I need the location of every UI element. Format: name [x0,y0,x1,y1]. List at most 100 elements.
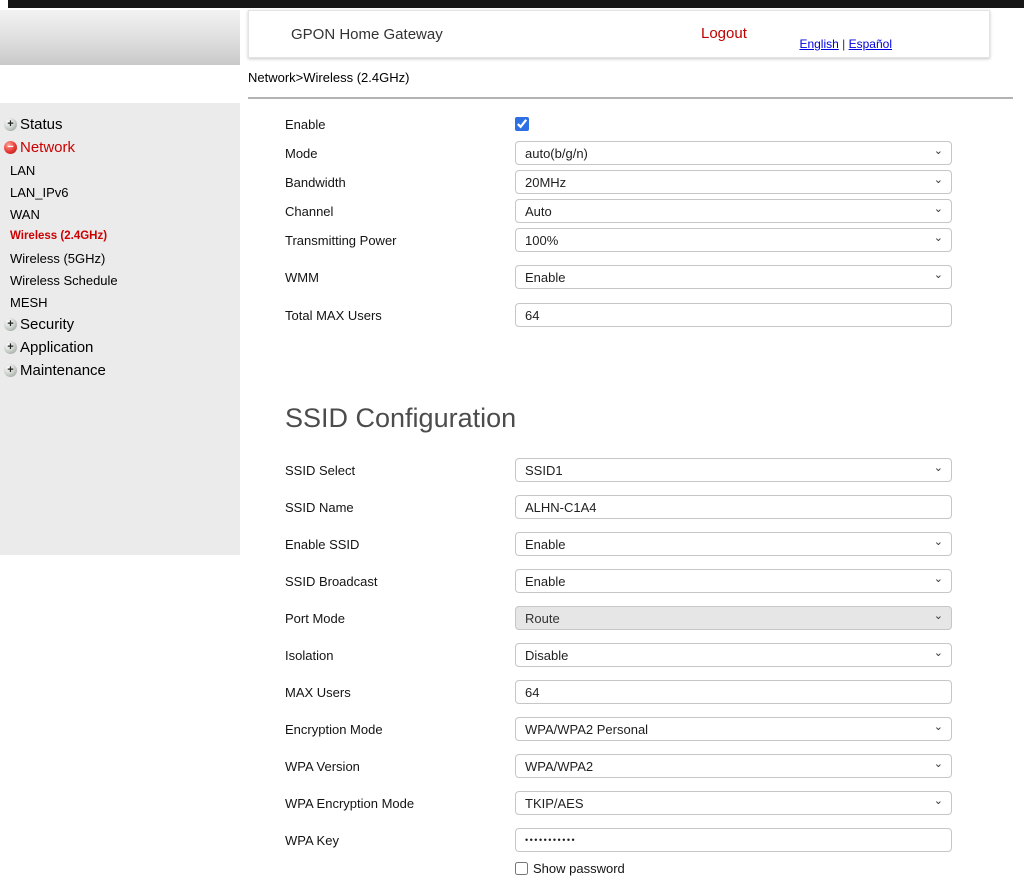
header: GPON Home Gateway Logout English | Españ… [248,10,990,58]
sidebar-item-label: WAN [10,207,40,222]
ssid-section-title: SSID Configuration [285,403,985,434]
wireless-basic-form: EnableModeauto(b/g/n)⌄Bandwidth20MHz⌄Cha… [285,103,985,327]
sidebar-item-label: Application [20,339,93,356]
ssid-broadcast-select[interactable]: Enable [515,569,952,593]
field-control: Enable⌄ [515,532,952,556]
sidebar-item-label: Maintenance [20,362,106,379]
encryption-mode-select[interactable]: WPA/WPA2 Personal [515,717,952,741]
field-control: Auto⌄ [515,199,952,223]
field-control: auto(b/g/n)⌄ [515,141,952,165]
field-control: WPA/WPA2 Personal⌄ [515,717,952,741]
field-control [515,117,952,131]
show-password-checkbox[interactable] [515,862,528,875]
sidebar-item-wireless-schedule[interactable]: Wireless Schedule [0,269,240,291]
sidebar-item-label: LAN [10,163,35,178]
form-row: IsolationDisable⌄ [285,643,985,667]
field-label: Total MAX Users [285,308,515,323]
divider [248,97,1013,99]
max-users-input[interactable] [515,680,952,704]
sidebar-item-status[interactable]: +Status [0,113,240,136]
plus-icon: + [4,118,17,131]
enable-ssid-select[interactable]: Enable [515,532,952,556]
form-row: WPA VersionWPA/WPA2⌄ [285,754,985,778]
form-row: Bandwidth20MHz⌄ [285,170,985,194]
form-row: WMMEnable⌄ [285,265,985,289]
field-control [515,828,952,852]
field-label: WPA Version [285,759,515,774]
transmitting-power-select[interactable]: 100% [515,228,952,252]
mode-select[interactable]: auto(b/g/n) [515,141,952,165]
field-label: Transmitting Power [285,233,515,248]
language-link-espanol[interactable]: Español [849,37,892,51]
wpa-version-select[interactable]: WPA/WPA2 [515,754,952,778]
form-row: Port ModeRoute⌄ [285,606,985,630]
checkbox-label: Show password [533,861,625,876]
field-label: WMM [285,270,515,285]
sidebar-item-wireless-5ghz[interactable]: Wireless (5GHz) [0,247,240,269]
sidebar-item-network[interactable]: −Network [0,136,240,159]
field-control: 100%⌄ [515,228,952,252]
form-row: ChannelAuto⌄ [285,199,985,223]
field-label: Isolation [285,648,515,663]
sidebar-item-lan[interactable]: LAN [0,159,240,181]
form-row: Encryption ModeWPA/WPA2 Personal⌄ [285,717,985,741]
port-mode-select: Route [515,606,952,630]
main-content: EnableModeauto(b/g/n)⌄Bandwidth20MHz⌄Cha… [285,103,985,877]
minus-icon: − [4,141,17,154]
sidebar-item-label: Wireless (5GHz) [10,251,105,266]
field-control: TKIP/AES⌄ [515,791,952,815]
sidebar-nav: +Status−NetworkLANLAN_IPv6WANWireless (2… [0,103,240,555]
form-row: SSID Name [285,495,985,519]
page: GPON Home Gateway Logout English | Españ… [0,0,1024,877]
language-link-english[interactable]: English [799,37,838,51]
isolation-select[interactable]: Disable [515,643,952,667]
field-control: Enable⌄ [515,265,952,289]
field-label: Port Mode [285,611,515,626]
form-row: Transmitting Power100%⌄ [285,228,985,252]
total-max-users-input[interactable] [515,303,952,327]
logout-button[interactable]: Logout [701,25,747,42]
field-label: Mode [285,146,515,161]
sidebar-item-label: Wireless (2.4GHz) [10,230,107,242]
field-control [515,303,952,327]
field-label: Channel [285,204,515,219]
field-control: WPA/WPA2⌄ [515,754,952,778]
sidebar-item-label: MESH [10,295,48,310]
form-row: SSID SelectSSID1⌄ [285,458,985,482]
ssid-name-input[interactable] [515,495,952,519]
field-control: 20MHz⌄ [515,170,952,194]
sidebar-item-application[interactable]: +Application [0,336,240,359]
sidebar-item-wan[interactable]: WAN [0,203,240,225]
language-separator: | [842,37,845,51]
field-label: Enable SSID [285,537,515,552]
sidebar-item-maintenance[interactable]: +Maintenance [0,359,240,382]
field-label: SSID Select [285,463,515,478]
field-label: MAX Users [285,685,515,700]
sidebar-item-mesh[interactable]: MESH [0,291,240,313]
breadcrumb: Network>Wireless (2.4GHz) [248,70,409,85]
plus-icon: + [4,318,17,331]
sidebar-item-label: Wireless Schedule [10,273,118,288]
sidebar-item-label: Network [20,139,75,156]
ssid-select-select[interactable]: SSID1 [515,458,952,482]
wmm-select[interactable]: Enable [515,265,952,289]
sidebar-item-label: Security [20,316,74,333]
field-label: Encryption Mode [285,722,515,737]
field-control: Enable⌄ [515,569,952,593]
wpa-key-input[interactable] [515,828,952,852]
form-row: WPA Encryption ModeTKIP/AES⌄ [285,791,985,815]
field-control: Disable⌄ [515,643,952,667]
form-row: Show password [285,860,985,876]
field-label: Bandwidth [285,175,515,190]
channel-select[interactable]: Auto [515,199,952,223]
enable-checkbox[interactable] [515,117,529,131]
field-label: SSID Name [285,500,515,515]
form-row: Enable SSIDEnable⌄ [285,532,985,556]
bandwidth-select[interactable]: 20MHz [515,170,952,194]
form-row: Modeauto(b/g/n)⌄ [285,141,985,165]
sidebar-item-security[interactable]: +Security [0,313,240,336]
wpa-encryption-mode-select[interactable]: TKIP/AES [515,791,952,815]
sidebar-item-label: Status [20,116,63,133]
sidebar-item-wireless-2-4ghz[interactable]: Wireless (2.4GHz) [0,225,240,247]
sidebar-item-lan-ipv6[interactable]: LAN_IPv6 [0,181,240,203]
